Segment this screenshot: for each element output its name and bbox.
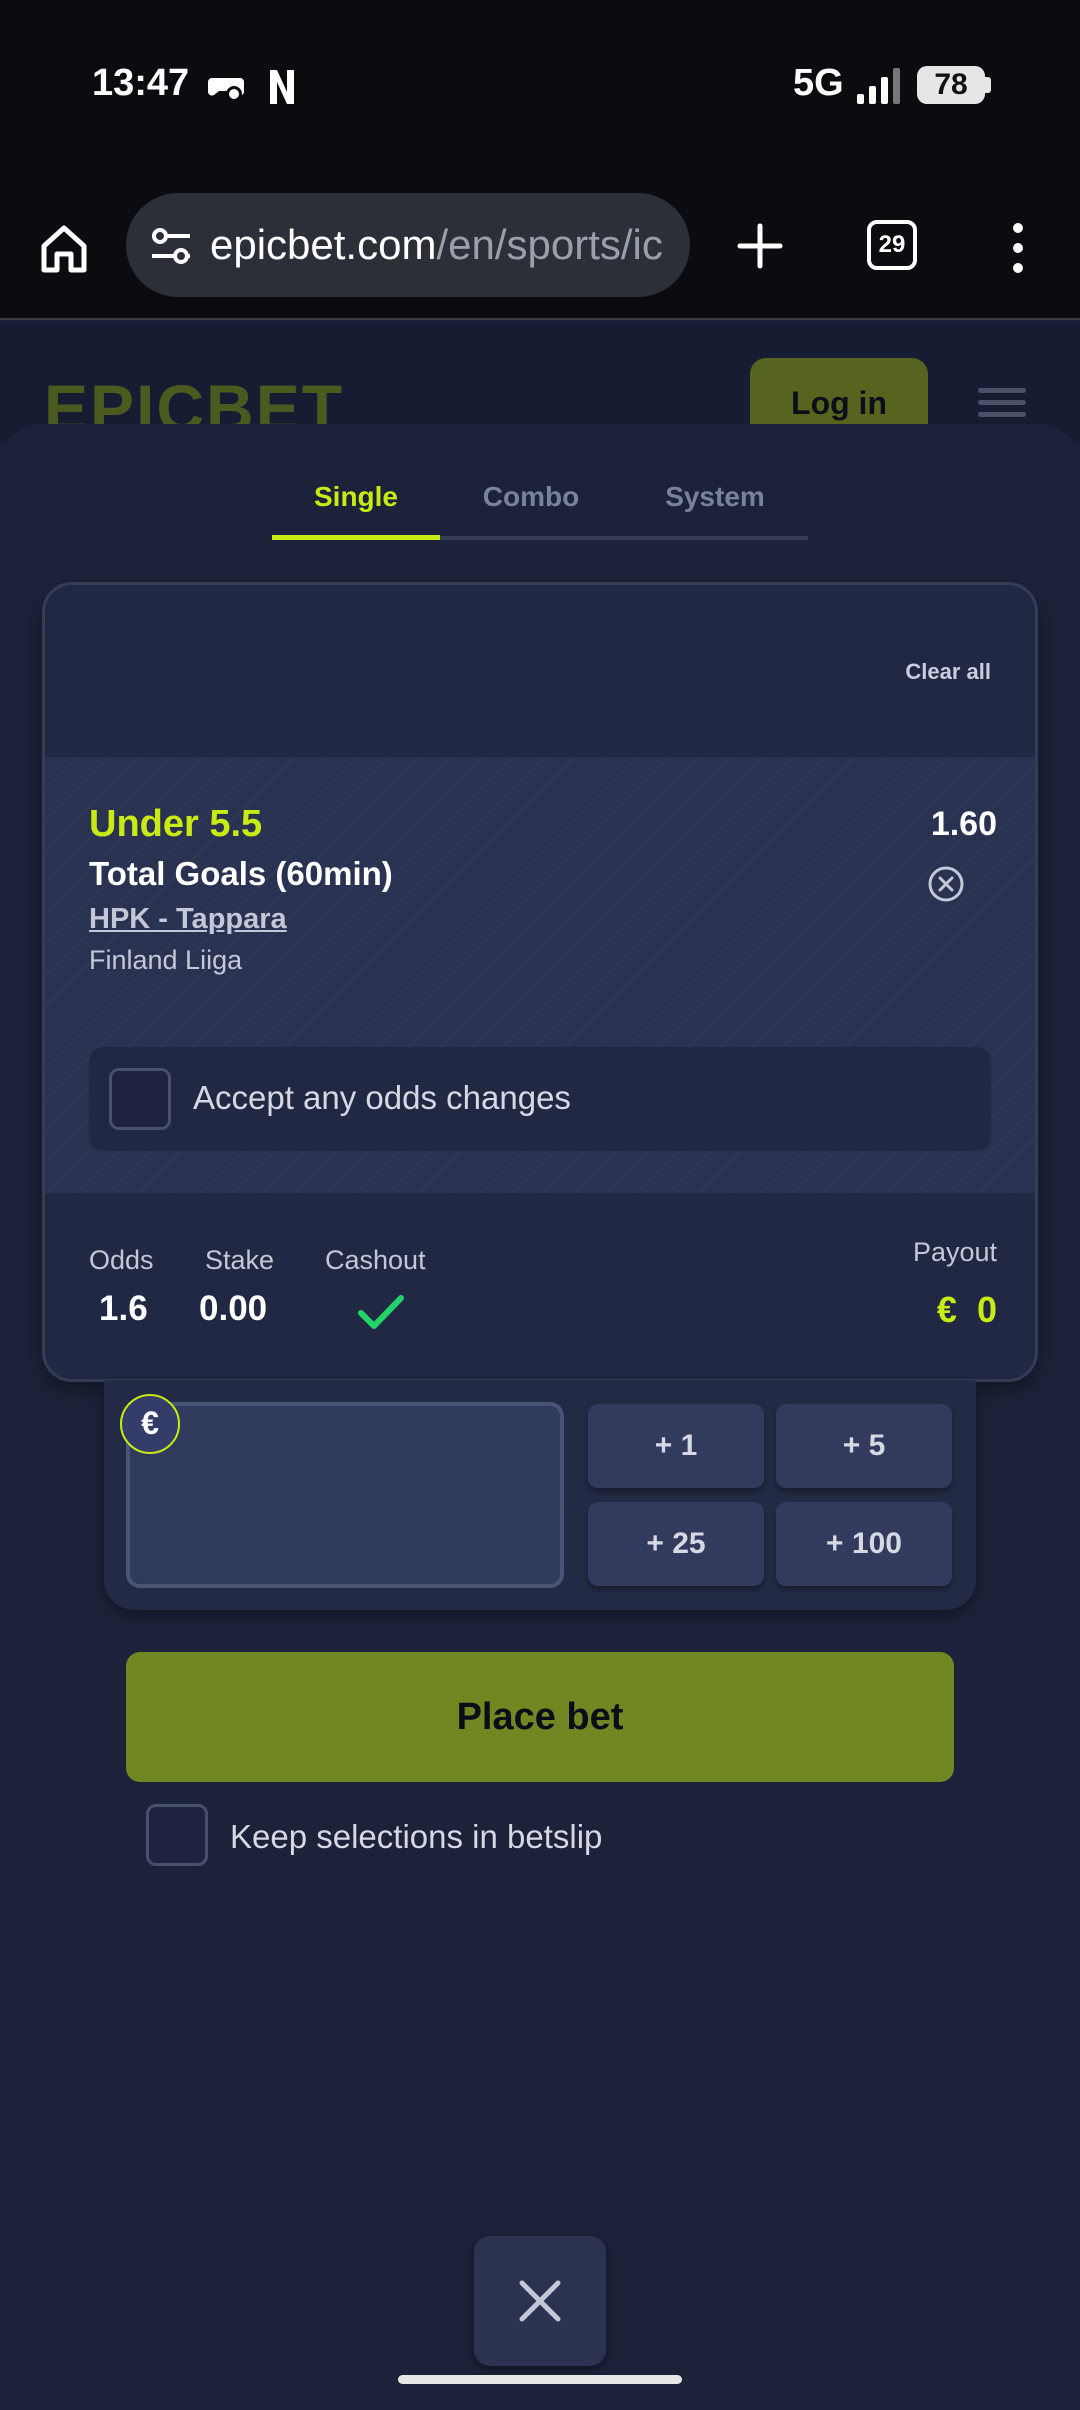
tab-combo[interactable]: Combo	[440, 474, 622, 540]
address-bar[interactable]: epicbet.com/en/sports/ic	[126, 193, 690, 297]
quick-stake-25-button[interactable]: + 25	[588, 1502, 764, 1586]
check-icon	[358, 1295, 404, 1329]
euro-icon: €	[120, 1394, 180, 1454]
selection-league: Finland Liiga	[89, 945, 243, 975]
new-tab-icon[interactable]	[730, 216, 790, 276]
odds-value: 1.6	[99, 1289, 148, 1328]
url-domain: epicbet.com	[210, 221, 437, 268]
stake-value: 0.00	[199, 1289, 268, 1328]
accept-odds-row[interactable]: Accept any odds changes	[89, 1047, 991, 1151]
signal-icon	[857, 68, 900, 104]
quick-stake-5-button[interactable]: + 5	[776, 1404, 952, 1488]
url-text: epicbet.com/en/sports/ic	[210, 221, 663, 269]
keep-selections-label: Keep selections in betslip	[230, 1818, 603, 1855]
quick-stake-1-button[interactable]: + 1	[588, 1404, 764, 1488]
clear-all-button[interactable]: Clear all	[905, 659, 991, 685]
url-path: /en/sports/ic	[436, 221, 663, 268]
selection-item: Under 5.5 Total Goals (60min) HPK - Tapp…	[45, 757, 1035, 1193]
hamburger-menu-icon[interactable]	[978, 388, 1026, 418]
selection-market: Total Goals (60min)	[89, 855, 393, 892]
payout-currency: €	[936, 1289, 957, 1330]
stake-input[interactable]	[126, 1402, 564, 1588]
betslip-sheet: Single Combo System Clear all Under 5.5 …	[0, 424, 1080, 2410]
home-icon[interactable]	[34, 218, 94, 278]
home-indicator[interactable]	[398, 2375, 682, 2384]
battery-icon: 78	[917, 66, 985, 104]
accept-odds-label: Accept any odds changes	[193, 1079, 571, 1116]
close-icon	[519, 2280, 561, 2322]
selection-name: Under 5.5	[89, 803, 263, 845]
selection-odds: 1.60	[930, 805, 997, 843]
place-bet-button[interactable]: Place bet	[126, 1652, 954, 1782]
battery-tip	[985, 77, 991, 93]
close-betslip-button[interactable]	[474, 2236, 606, 2366]
odds-label: Odds	[89, 1245, 154, 1275]
tab-single[interactable]: Single	[272, 474, 440, 540]
accept-odds-checkbox[interactable]	[109, 1068, 171, 1130]
more-options-icon[interactable]	[1000, 218, 1036, 278]
quick-stake-100-button[interactable]: + 100	[776, 1502, 952, 1586]
tab-switcher-button[interactable]: 29	[867, 220, 917, 270]
bet-type-tabs: Single Combo System	[272, 474, 808, 540]
netflix-icon	[270, 70, 294, 104]
stake-panel: € + 1 + 5 + 25 + 100	[104, 1380, 976, 1610]
site-settings-icon[interactable]	[148, 223, 194, 269]
remove-selection-icon[interactable]	[927, 865, 965, 903]
bet-card: Clear all Under 5.5 Total Goals (60min) …	[42, 582, 1038, 1382]
tab-system[interactable]: System	[622, 474, 808, 540]
bet-summary: Odds 1.6 Stake 0.00 Cashout Payout € 0	[45, 1193, 1035, 1379]
cashout-label: Cashout	[325, 1245, 426, 1275]
status-bar: 13:47 5G 78	[0, 0, 1080, 180]
browser-toolbar: epicbet.com/en/sports/ic 29	[0, 180, 1080, 320]
keep-selections-row[interactable]: Keep selections in betslip	[146, 1804, 846, 1870]
selection-event-link[interactable]: HPK - Tappara	[89, 903, 287, 936]
payout-amount: 0	[976, 1289, 997, 1330]
payout-label: Payout	[912, 1237, 997, 1267]
network-type: 5G	[793, 62, 844, 104]
game-controller-icon	[208, 78, 244, 102]
stake-label: Stake	[205, 1245, 275, 1275]
status-time: 13:47	[92, 62, 190, 104]
active-tab-indicator	[272, 535, 440, 540]
payout-value: € 0	[937, 1289, 997, 1331]
keep-selections-checkbox[interactable]	[146, 1804, 208, 1866]
